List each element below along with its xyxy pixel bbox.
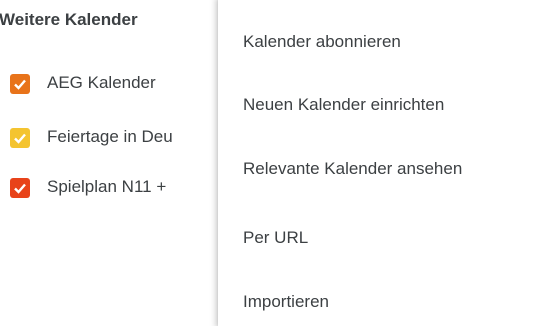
add-calendar-menu: Kalender abonnieren Neuen Kalender einri…	[218, 0, 539, 326]
menu-item-from-url[interactable]: Per URL	[218, 216, 539, 260]
checkbox-checked-icon[interactable]	[10, 178, 30, 198]
calendar-label: Feiertage in Deu	[47, 127, 173, 146]
calendar-item[interactable]: AEG Kalender	[0, 70, 230, 98]
calendar-item[interactable]: Spielplan N11 +	[0, 174, 230, 202]
calendar-item[interactable]: Feiertage in Deu	[0, 124, 230, 152]
checkbox-checked-icon[interactable]	[10, 74, 30, 94]
menu-item-import[interactable]: Importieren	[218, 280, 539, 324]
checkbox-checked-icon[interactable]	[10, 128, 30, 148]
menu-item-label: Per URL	[243, 228, 309, 247]
menu-item-subscribe-calendar[interactable]: Kalender abonnieren	[218, 20, 539, 64]
menu-item-browse-calendars[interactable]: Relevante Kalender ansehen	[218, 147, 539, 191]
other-calendars-panel: Weitere Kalender AEG Kalender Feiertage …	[0, 0, 230, 320]
section-title[interactable]: Weitere Kalender	[0, 10, 138, 30]
menu-item-label: Importieren	[243, 292, 329, 311]
calendar-label: AEG Kalender	[47, 73, 156, 92]
menu-item-label: Neuen Kalender einrichten	[243, 95, 445, 114]
menu-item-create-calendar[interactable]: Neuen Kalender einrichten	[218, 83, 539, 127]
calendar-label: Spielplan N11 +	[47, 177, 167, 196]
menu-item-label: Relevante Kalender ansehen	[243, 159, 463, 178]
menu-item-label: Kalender abonnieren	[243, 32, 401, 51]
